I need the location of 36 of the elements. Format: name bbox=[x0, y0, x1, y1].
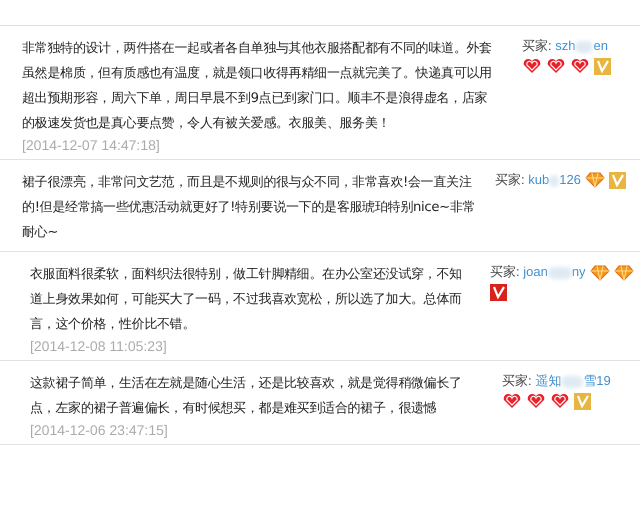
heart-icon bbox=[546, 58, 566, 74]
buyer-name[interactable]: en bbox=[593, 38, 608, 53]
blurred-name bbox=[548, 266, 572, 279]
level-icon bbox=[490, 284, 507, 301]
diamond-icon bbox=[614, 264, 634, 281]
review-date: [2014-12-07 14:47:18] bbox=[22, 137, 161, 153]
buyer-name[interactable]: 126 bbox=[559, 172, 581, 187]
buyer-label: 买家: bbox=[522, 38, 552, 53]
buyer-name[interactable]: 遥知 bbox=[535, 373, 562, 388]
review-date: [2014-12-06 23:47:15] bbox=[30, 422, 169, 438]
review-text: 衣服面料很柔软，面料织法很特别，做工针脚精细。在办公室还没试穿，不知道上身效果如何，可能买大了一码，不过我喜欢宽松，所以选了加大。总体而言，这个价格，性价比不错。 bbox=[30, 266, 463, 334]
level-icon bbox=[594, 58, 611, 75]
buyer-label: 买家: bbox=[490, 264, 520, 279]
buyer-name[interactable]: kub bbox=[528, 172, 550, 187]
buyer-name[interactable]: 雪19 bbox=[583, 373, 611, 388]
heart-icon bbox=[502, 393, 522, 409]
diamond-icon bbox=[590, 264, 610, 281]
buyer-name[interactable]: joan bbox=[523, 264, 548, 279]
heart-icon bbox=[550, 393, 570, 409]
buyer-name[interactable]: ny bbox=[572, 264, 586, 279]
buyer-label: 买家: bbox=[495, 172, 525, 187]
buyer-name[interactable]: szh bbox=[555, 38, 576, 53]
blurred-name bbox=[561, 376, 584, 388]
level-icon bbox=[574, 393, 591, 410]
heart-icon bbox=[526, 393, 546, 409]
level-icon bbox=[608, 172, 626, 190]
buyer-label: 买家: bbox=[502, 373, 532, 388]
blurred-name bbox=[549, 174, 560, 187]
review-text: 这款裙子简单，生活在左就是随心生活，还是比较喜欢，就是觉得稍微偏长了点，左家的裙子普遍偏长，有时候想买，都是难买到适合的裙子，很遗憾 bbox=[30, 375, 463, 418]
diamond-icon bbox=[584, 172, 605, 188]
heart-icon bbox=[570, 58, 590, 74]
review-text: 裙子很漂亮，非常问文艺范，而且是不规则的很与众不同，非常喜欢!会一直关注的!但是经常搞一些优惠活动就更好了!特别要说一下的是客服琥珀特别nice~非常耐心~ bbox=[22, 174, 476, 242]
heart-icon bbox=[522, 58, 542, 74]
review-text: 非常独特的设计，两件搭在一起或者各自单独与其他衣服搭配都有不同的味道。外套虽然是棉质，但有质感也有温度，就是领口收得再精细一点就完美了。快递真可以用超出预期形容，周六下单，周日早晨不到9点已到家门口。顺丰不是浪得虚名，店家的极速发货也是真心要点赞，令人有被关爱感。衣服美、服务美！ bbox=[22, 40, 492, 133]
review-date: [2014-12-08 11:05:23] bbox=[30, 338, 168, 354]
blurred-name bbox=[575, 40, 594, 53]
